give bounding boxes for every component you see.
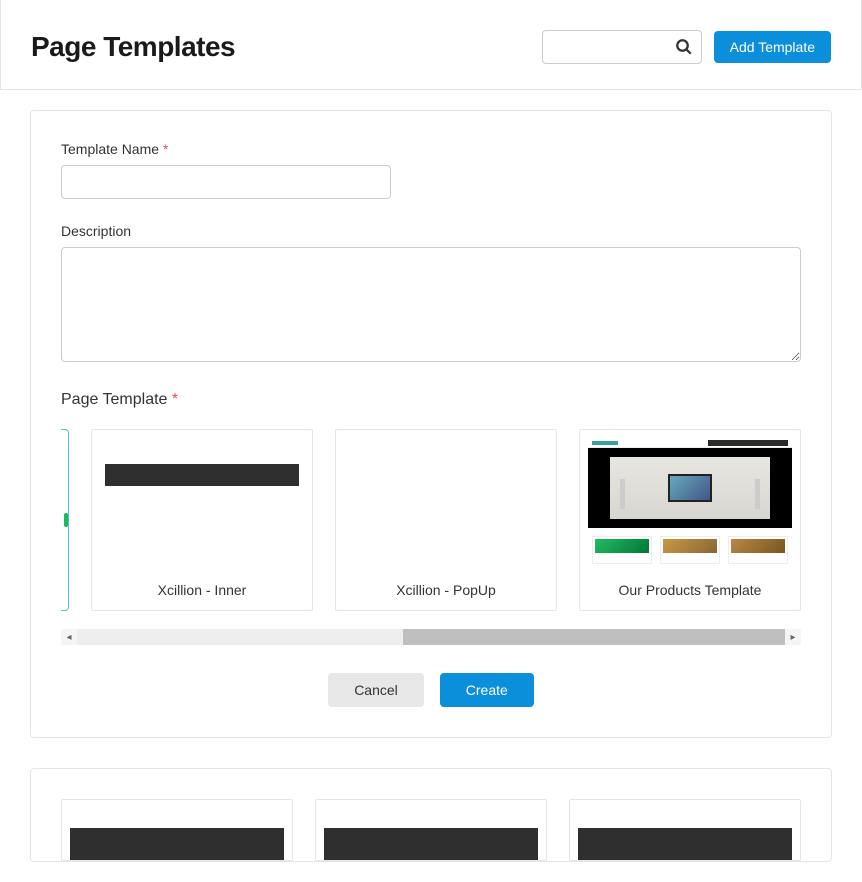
templates-list-panel — [30, 768, 832, 862]
content-area: Template Name * Description Page Templat… — [0, 90, 862, 882]
page-template-heading: Page Template * — [61, 391, 801, 409]
page-header: Page Templates Add Template — [0, 0, 862, 90]
thumb-speaker — [755, 479, 760, 509]
add-template-button[interactable]: Add Template — [714, 31, 831, 63]
search-icon[interactable] — [675, 38, 693, 56]
scroll-left-arrow-icon[interactable]: ◂ — [61, 629, 77, 645]
thumb-tv — [668, 474, 712, 502]
template-list-card[interactable] — [61, 799, 293, 861]
template-list-thumbnail — [70, 808, 284, 852]
thumb-hero — [588, 448, 792, 528]
template-list-thumbnail — [324, 808, 538, 852]
thumb-card — [660, 536, 720, 564]
thumb-cards — [592, 536, 788, 564]
template-name-label: Template Name * — [61, 141, 801, 157]
thumb-speaker — [620, 479, 625, 509]
template-card-xcillion-popup[interactable]: Xcillion - PopUp — [335, 429, 557, 611]
page-template-heading-text: Page Template — [61, 391, 167, 408]
scroll-track[interactable] — [77, 629, 785, 645]
cancel-button[interactable]: Cancel — [328, 673, 424, 707]
thumb-card — [728, 536, 788, 564]
create-template-panel: Template Name * Description Page Templat… — [30, 110, 832, 738]
template-thumbnail — [100, 438, 304, 568]
create-button[interactable]: Create — [440, 673, 534, 707]
form-actions: Cancel Create — [61, 673, 801, 707]
template-name-input[interactable] — [61, 165, 391, 199]
templates-row: Xcillion - Inner Xcillion - PopUp — [61, 429, 801, 611]
template-name-label-text: Template Name — [61, 141, 159, 157]
search-wrap — [542, 30, 702, 64]
thumb-topbar — [588, 438, 792, 448]
required-indicator: * — [172, 391, 178, 408]
template-thumbnail — [344, 438, 548, 568]
description-input[interactable] — [61, 247, 801, 362]
templates-scrollbar[interactable]: ◂ ▸ — [61, 629, 801, 645]
template-card-xcillion-inner[interactable]: Xcillion - Inner — [91, 429, 313, 611]
template-name-label: Xcillion - PopUp — [344, 582, 548, 598]
products-thumb — [588, 438, 792, 568]
required-indicator: * — [163, 141, 168, 157]
template-name-label: Our Products Template — [588, 582, 792, 598]
header-actions: Add Template — [542, 30, 831, 64]
template-card-our-products[interactable]: Our Products Template — [579, 429, 801, 611]
thumb-card — [592, 536, 652, 564]
template-thumbnail — [588, 438, 792, 568]
description-group: Description — [61, 223, 801, 367]
template-name-group: Template Name * — [61, 141, 801, 199]
template-name-label: Xcillion - Inner — [100, 582, 304, 598]
description-label: Description — [61, 223, 801, 239]
page-title: Page Templates — [31, 31, 235, 63]
templates-list-row — [61, 799, 801, 861]
scroll-thumb[interactable] — [403, 629, 785, 645]
thumb-hero-inner — [610, 457, 769, 519]
page-template-section: Page Template * Xcillion - Inner Xcillio… — [61, 391, 801, 645]
selected-template-edge[interactable] — [61, 429, 69, 611]
template-list-card[interactable] — [569, 799, 801, 861]
thumbnail-header-bar — [105, 464, 299, 486]
template-list-card[interactable] — [315, 799, 547, 861]
scroll-right-arrow-icon[interactable]: ▸ — [785, 629, 801, 645]
template-list-thumbnail — [578, 808, 792, 852]
